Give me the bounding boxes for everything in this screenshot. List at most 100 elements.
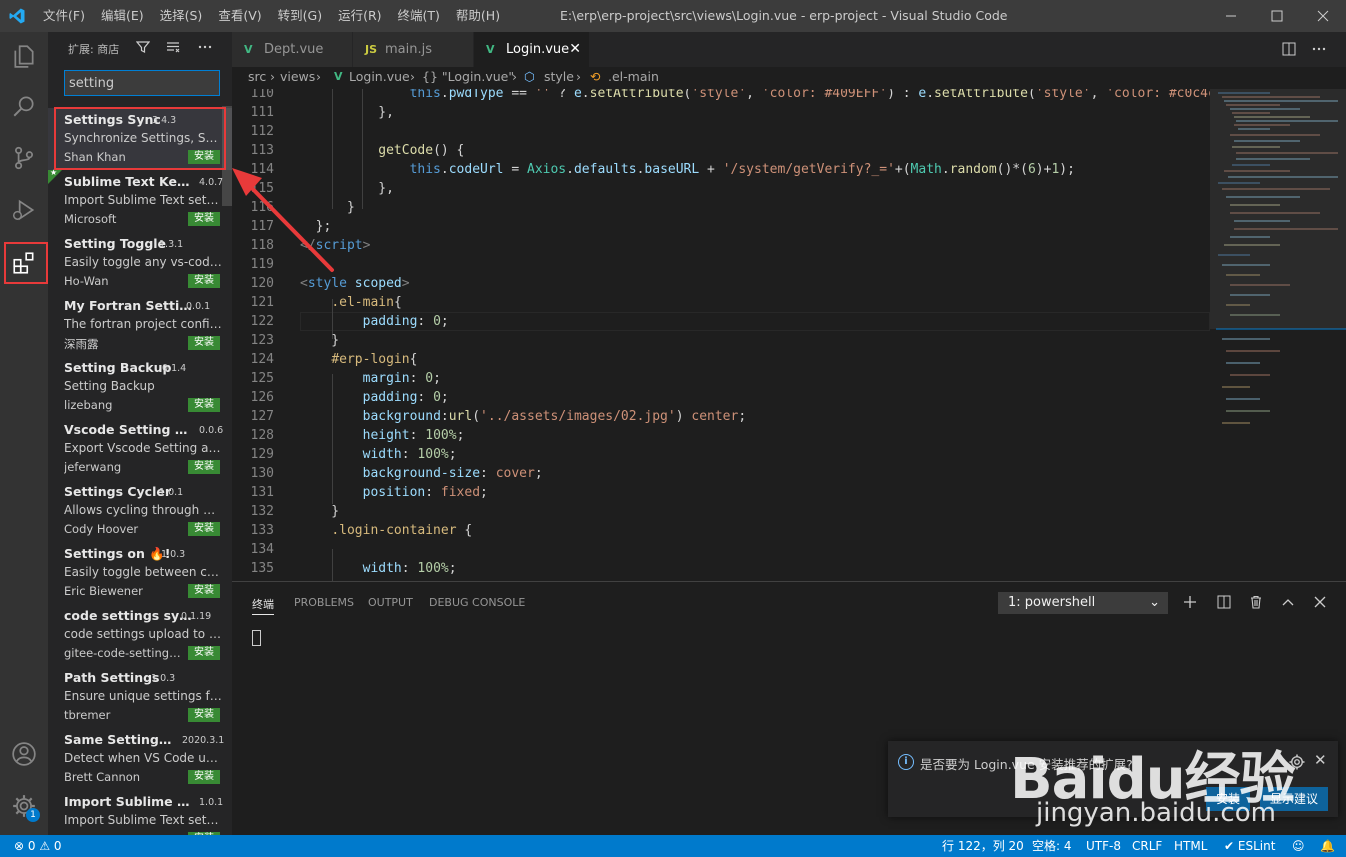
search-button[interactable] xyxy=(0,82,48,130)
install-button[interactable]: 安装 xyxy=(188,336,220,350)
active-tab-underline xyxy=(252,614,274,615)
menu-selection[interactable]: 选择(S) xyxy=(152,0,211,32)
extension-item[interactable]: Setting Toggle 1.3.1 Easily toggle any v… xyxy=(48,232,232,294)
breadcrumb-src[interactable]: src xyxy=(248,68,266,86)
menu-run[interactable]: 运行(R) xyxy=(330,0,389,32)
maximize-panel-button[interactable] xyxy=(1278,592,1298,612)
problems-status[interactable]: ⊗ 0 ⚠ 0 xyxy=(14,835,62,857)
explorer-button[interactable] xyxy=(0,32,48,80)
close-notification-icon[interactable]: ✕ xyxy=(1314,751,1327,769)
menu-view[interactable]: 查看(V) xyxy=(210,0,269,32)
eol-status[interactable]: CRLF xyxy=(1132,835,1162,857)
code-line: margin: 0; xyxy=(362,371,441,386)
install-button[interactable]: 安装 xyxy=(188,522,220,536)
line-number: 130 xyxy=(250,466,274,481)
source-control-button[interactable] xyxy=(0,134,48,182)
install-recommended-button[interactable]: 安装 xyxy=(1206,787,1250,811)
split-terminal-button[interactable] xyxy=(1214,592,1234,612)
menu-help[interactable]: 帮助(H) xyxy=(448,0,508,32)
minimize-button[interactable] xyxy=(1208,0,1254,32)
extension-item[interactable]: Path Settings 1.0.3 Ensure unique settin… xyxy=(48,666,232,728)
eslint-status[interactable]: ✔ ESLint xyxy=(1224,835,1275,857)
minimap-slider[interactable] xyxy=(1210,89,1346,329)
extension-item[interactable]: Import Sublime Text Settings 1.0.1 Impor… xyxy=(48,790,232,835)
cube-icon: ⬡ xyxy=(524,69,535,84)
close-window-button[interactable] xyxy=(1300,0,1346,32)
extension-item[interactable]: Settings Sync 3.4.3 Synchronize Settings… xyxy=(48,108,232,170)
accounts-button[interactable] xyxy=(0,730,48,778)
extension-item[interactable]: Settings Cycler 1.0.1 Allows cycling thr… xyxy=(48,480,232,542)
code-editor[interactable]: 110 111 112 113 114 115 116 117 118 119 … xyxy=(232,89,1210,581)
breadcrumb-file[interactable]: Login.vue xyxy=(349,68,410,86)
tab-debug-console[interactable]: DEBUG CONSOLE xyxy=(429,596,525,609)
line-number: 110 xyxy=(250,89,274,101)
extension-description: Easily toggle any vs-code setting xyxy=(64,255,222,269)
encoding-status[interactable]: UTF-8 xyxy=(1086,835,1121,857)
run-debug-button[interactable] xyxy=(0,186,48,234)
tab-login-vue[interactable]: V Login.vue ✕ xyxy=(474,32,589,67)
manage-button[interactable] xyxy=(0,782,48,830)
extension-item[interactable]: code settings sync 0.1.19 code settings … xyxy=(48,604,232,666)
sidebar-scrollbar[interactable] xyxy=(222,106,232,206)
tab-output[interactable]: OUTPUT xyxy=(368,596,413,609)
show-recommendations-button[interactable]: 显示建议 xyxy=(1260,787,1328,811)
more-actions-button[interactable] xyxy=(196,38,214,56)
menu-terminal[interactable]: 终端(T) xyxy=(390,0,448,32)
breadcrumb-views[interactable]: views xyxy=(280,68,315,86)
menu-edit[interactable]: 编辑(E) xyxy=(93,0,152,32)
breadcrumb-style[interactable]: style xyxy=(544,68,574,86)
feedback-icon[interactable]: ☺ xyxy=(1292,835,1305,857)
install-button[interactable]: 安装 xyxy=(188,646,220,660)
install-button[interactable]: 安装 xyxy=(188,708,220,722)
line-number: 125 xyxy=(250,371,274,386)
install-button[interactable]: 安装 xyxy=(188,460,220,474)
split-editor-icon xyxy=(1282,42,1296,56)
install-button[interactable]: 安装 xyxy=(188,274,220,288)
breadcrumb-module[interactable]: {} "Login.vue" xyxy=(422,68,514,86)
minimap[interactable] xyxy=(1210,89,1346,581)
line-number: 133 xyxy=(250,523,274,538)
split-editor-button[interactable] xyxy=(1280,40,1298,58)
close-panel-button[interactable] xyxy=(1310,592,1330,612)
breadcrumb-selector[interactable]: .el-main xyxy=(608,68,659,86)
extension-version: 0.0.6 xyxy=(199,425,224,436)
menu-file[interactable]: 文件(F) xyxy=(35,0,93,32)
maximize-button[interactable] xyxy=(1254,0,1300,32)
menu-go[interactable]: 转到(G) xyxy=(270,0,330,32)
install-button[interactable]: 安装 xyxy=(188,770,220,784)
tab-dept-vue[interactable]: V Dept.vue xyxy=(232,32,352,67)
editor-more-button[interactable] xyxy=(1310,40,1328,58)
code-line: padding: 0; xyxy=(362,314,449,329)
cursor-position[interactable]: 行 122，列 20 xyxy=(942,835,1024,857)
tab-problems[interactable]: PROBLEMS xyxy=(294,596,354,609)
extension-description: Export Vscode Setting and extensions xyxy=(64,441,222,455)
tab-terminal[interactable]: 终端 xyxy=(252,596,274,612)
extension-item[interactable]: Settings on 🔥! 1.0.3 Easily toggle betwe… xyxy=(48,542,232,604)
extension-item[interactable]: Vscode Setting Exporter 0.0.6 Export Vsc… xyxy=(48,418,232,480)
kill-terminal-button[interactable] xyxy=(1246,592,1266,612)
gear-icon[interactable] xyxy=(1288,753,1306,771)
terminal-select[interactable]: 1: powershell ⌄ xyxy=(998,592,1168,614)
extension-item[interactable]: Sublime Text Keymap and Settings Importe… xyxy=(48,170,232,232)
terminal-cursor[interactable] xyxy=(252,630,261,646)
extension-version: 1.0.1 xyxy=(199,797,224,808)
extension-item[interactable]: Same Settings Everywhere 2020.3.1 Detect… xyxy=(48,728,232,790)
extension-item[interactable]: Setting Backup 0.1.4 Setting Backup lize… xyxy=(48,356,232,418)
install-button[interactable]: 安装 xyxy=(188,212,220,226)
extension-version: 1.0.1 xyxy=(159,487,184,498)
filter-button[interactable] xyxy=(134,38,152,56)
install-button[interactable]: 安装 xyxy=(188,150,220,164)
language-mode[interactable]: HTML xyxy=(1174,835,1207,857)
close-tab-icon[interactable]: ✕ xyxy=(569,32,581,67)
extension-item[interactable]: My Fortran Setting 0.0.1 The fortran pro… xyxy=(48,294,232,356)
extensions-search-input[interactable] xyxy=(64,70,220,96)
line-number: 118 xyxy=(250,238,274,253)
indentation-status[interactable]: 空格: 4 xyxy=(1032,835,1072,857)
install-button[interactable]: 安装 xyxy=(188,584,220,598)
new-terminal-button[interactable] xyxy=(1180,592,1200,612)
extension-name: Setting Toggle xyxy=(64,236,167,251)
clear-results-button[interactable] xyxy=(164,38,182,56)
tab-main-js[interactable]: JS main.js xyxy=(353,32,473,67)
bell-icon[interactable]: 🔔 xyxy=(1320,835,1335,857)
install-button[interactable]: 安装 xyxy=(188,398,220,412)
